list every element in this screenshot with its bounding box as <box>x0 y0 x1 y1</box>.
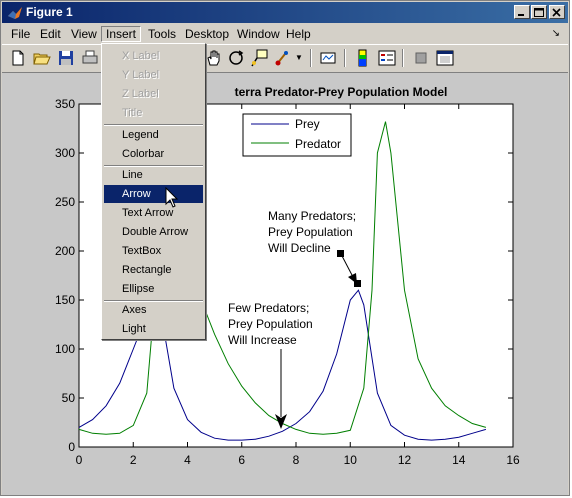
x-tick-label: 6 <box>238 453 245 467</box>
dock-arrow-icon[interactable]: ↘ <box>552 28 560 39</box>
hide-plot-tools-icon[interactable] <box>411 48 431 68</box>
menu-item-x-label: X Label <box>122 50 160 62</box>
selection-handle[interactable] <box>337 250 344 257</box>
x-tick-label: 14 <box>452 453 466 467</box>
window-title: Figure 1 <box>26 5 73 19</box>
y-tick-label: 200 <box>55 244 75 258</box>
menu-help[interactable]: Help <box>281 26 316 42</box>
y-tick-label: 100 <box>55 342 75 356</box>
annotation-text-line: Few Predators; <box>228 301 309 315</box>
x-tick-label: 16 <box>506 453 520 467</box>
menu-insert[interactable]: Insert <box>101 26 142 42</box>
legend-label-prey: Prey <box>295 117 320 131</box>
menu-item-axes[interactable]: Axes <box>104 301 203 319</box>
brush-icon[interactable] <box>273 48 293 68</box>
data-cursor-icon[interactable] <box>249 48 269 68</box>
x-tick-label: 12 <box>398 453 412 467</box>
menu-item-z-label: Z Label <box>122 88 159 100</box>
menu-tools[interactable]: Tools <box>143 26 181 42</box>
menu-item-arrow[interactable]: Arrow <box>104 185 203 203</box>
menu-item-legend[interactable]: Legend <box>104 126 203 144</box>
minimize-icon <box>518 14 524 16</box>
menu-desktop[interactable]: Desktop <box>180 26 234 42</box>
annotation-text-line: Many Predators; <box>268 209 356 223</box>
figure-window: Figure 1 File Edit View Insert Tools Des… <box>0 0 570 496</box>
mouse-cursor-icon <box>165 187 179 208</box>
close-button[interactable] <box>549 5 565 19</box>
insert-legend-icon[interactable] <box>377 48 397 68</box>
figure-canvas[interactable]: 0 50 100 150 200 250 300 350 0 2 4 6 8 10 12 14 16 terr… <box>2 73 568 495</box>
menu-item-rectangle[interactable]: Rectangle <box>104 261 203 279</box>
matlab-logo-icon <box>8 7 22 19</box>
annotation-text-line: Will Increase <box>228 333 297 347</box>
y-tick-label: 0 <box>68 440 75 454</box>
toolbar-separator <box>310 49 312 67</box>
maximize-button[interactable] <box>531 5 547 19</box>
toolbar: ▼ <box>2 44 568 73</box>
rotate-3d-icon[interactable] <box>226 48 246 68</box>
x-tick-label: 10 <box>344 453 358 467</box>
x-tick-label: 2 <box>130 453 137 467</box>
brush-dropdown-arrow-icon[interactable]: ▼ <box>295 53 303 62</box>
menu-window[interactable]: Window <box>232 26 285 42</box>
menu-bar: File Edit View Insert Tools Desktop Wind… <box>2 24 568 44</box>
annotation-text-line: Prey Population <box>268 225 353 239</box>
menu-item-text-arrow[interactable]: Text Arrow <box>104 204 203 222</box>
insert-menu-dropdown: X Label Y Label Z Label Title Legend Col… <box>101 43 206 340</box>
close-icon <box>552 8 561 17</box>
y-tick-label: 350 <box>55 97 75 111</box>
legend-label-predator: Predator <box>295 137 341 151</box>
menu-file[interactable]: File <box>6 26 35 42</box>
show-plot-tools-icon[interactable] <box>435 48 455 68</box>
menu-edit[interactable]: Edit <box>35 26 66 42</box>
toolbar-separator <box>344 49 346 67</box>
new-figure-icon[interactable] <box>8 48 28 68</box>
annotation-text-line: Will Decline <box>268 241 331 255</box>
y-tick-label: 150 <box>55 293 75 307</box>
menu-item-ellipse[interactable]: Ellipse <box>104 280 203 298</box>
print-icon[interactable] <box>80 48 100 68</box>
menu-item-y-label: Y Label <box>122 69 160 81</box>
menu-item-line[interactable]: Line <box>104 166 203 184</box>
annotation-text-line: Prey Population <box>228 317 313 331</box>
y-tick-label: 300 <box>55 146 75 160</box>
selection-handle[interactable] <box>354 280 361 287</box>
menu-item-light[interactable]: Light <box>104 320 203 338</box>
minimize-button[interactable] <box>514 5 530 19</box>
menu-view[interactable]: View <box>66 26 102 42</box>
legend[interactable]: Prey Predator <box>242 113 352 157</box>
x-tick-label: 4 <box>184 453 191 467</box>
pan-hand-icon[interactable] <box>204 48 224 68</box>
y-tick-label: 50 <box>62 391 76 405</box>
toolbar-separator <box>402 49 404 67</box>
menu-item-colorbar[interactable]: Colorbar <box>104 145 203 163</box>
plot-svg: 0 50 100 150 200 250 300 350 0 2 4 6 8 10 12 14 16 terr… <box>55 85 520 467</box>
link-plot-icon[interactable] <box>318 48 338 68</box>
title-bar[interactable]: Figure 1 <box>2 2 568 23</box>
save-icon[interactable] <box>56 48 76 68</box>
menu-item-double-arrow[interactable]: Double Arrow <box>104 223 203 241</box>
chart-title[interactable]: terra Predator-Prey Population Model <box>235 85 448 99</box>
menu-item-title: Title <box>122 107 143 119</box>
insert-colorbar-icon[interactable] <box>353 48 373 68</box>
x-tick-label: 8 <box>293 453 300 467</box>
y-tick-label: 250 <box>55 195 75 209</box>
x-tick-label: 0 <box>76 453 83 467</box>
open-file-icon[interactable] <box>32 48 52 68</box>
maximize-icon <box>534 8 544 17</box>
menu-item-textbox[interactable]: TextBox <box>104 242 203 260</box>
